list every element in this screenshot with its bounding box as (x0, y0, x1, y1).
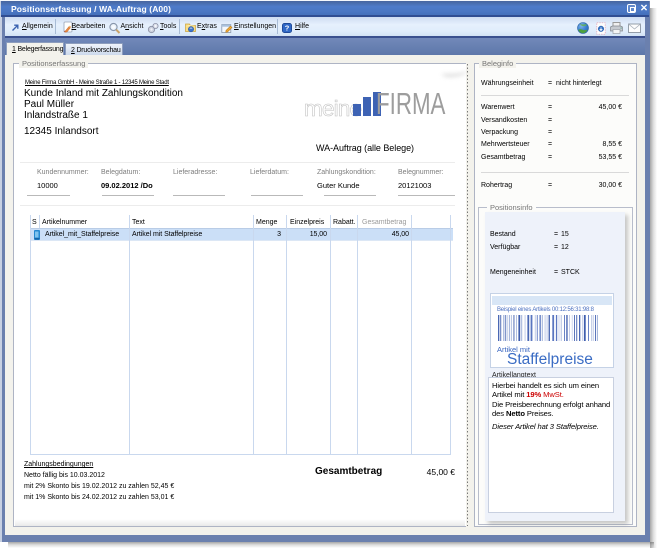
svg-text:?: ? (285, 23, 290, 32)
